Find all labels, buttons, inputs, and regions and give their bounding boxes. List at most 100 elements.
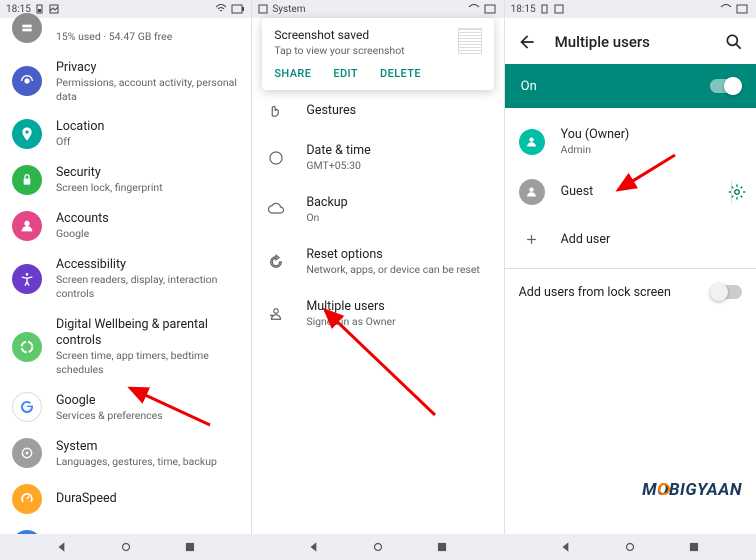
settings-pane: 18:15 15% used · 54.47 GB freePrivacyPer… (0, 0, 251, 534)
wifi-icon (720, 4, 732, 14)
user-item-guest[interactable]: Guest (505, 168, 756, 216)
screenshot-notification[interactable]: Screenshot saved Tap to view your screen… (262, 18, 493, 90)
item-subtitle: Admin (561, 143, 742, 157)
users-list: You (Owner)AdminGuestAdd user (505, 108, 756, 264)
settings-item-system[interactable]: SystemLanguages, gestures, time, backup (0, 430, 251, 476)
home-nav-icon[interactable] (623, 540, 637, 554)
system-item-date-time[interactable]: Date & timeGMT+05:30 (252, 132, 503, 184)
privacy-icon (12, 66, 42, 96)
recent-nav-icon[interactable] (183, 540, 197, 554)
status-bar: System (252, 0, 503, 18)
item-title: Security (56, 165, 239, 181)
picture-icon (554, 4, 564, 14)
lock-screen-row[interactable]: Add users from lock screen (505, 273, 756, 312)
item-subtitle: Screen time, app timers, bedtime schedul… (56, 349, 239, 376)
settings-item-digital-wellbeing-parental-controls[interactable]: Digital Wellbeing & parental controlsScr… (0, 309, 251, 385)
breadcrumb: System (272, 4, 305, 15)
back-nav-icon[interactable] (307, 540, 321, 554)
share-button[interactable]: SHARE (274, 67, 311, 80)
gear-icon[interactable] (728, 183, 746, 201)
accounts-icon (12, 211, 42, 241)
google-icon (12, 392, 42, 422)
battery-icon (540, 4, 550, 14)
settings-item-user-guide[interactable]: User Guide (0, 522, 251, 534)
storage-icon (12, 13, 42, 43)
back-nav-icon[interactable] (55, 540, 69, 554)
lock-screen-label: Add users from lock screen (519, 285, 671, 300)
clock-icon (266, 148, 286, 168)
screenshot-thumbnail[interactable] (458, 28, 482, 54)
item-subtitle: Permissions, account activity, personal … (56, 76, 239, 103)
system-pane: System Screenshot saved Tap to view your… (251, 0, 503, 534)
wifi-icon (215, 4, 227, 14)
item-title: Location (56, 119, 239, 135)
system-icon (12, 438, 42, 468)
snackbar-title: Screenshot saved (274, 28, 404, 42)
item-subtitle: Google (56, 227, 239, 241)
item-title: DuraSpeed (56, 491, 239, 507)
item-subtitle: Off (56, 135, 239, 149)
item-title: Google (56, 393, 239, 409)
clock: 18:15 (511, 4, 536, 15)
settings-item-privacy[interactable]: PrivacyPermissions, account activity, pe… (0, 52, 251, 112)
item-title: System (56, 439, 239, 455)
settings-item-accessibility[interactable]: AccessibilityScreen readers, display, in… (0, 249, 251, 309)
battery-status-icon (231, 4, 245, 14)
location-icon (12, 119, 42, 149)
item-title: Multiple users (306, 299, 489, 315)
user-item-you-owner-[interactable]: You (Owner)Admin (505, 116, 756, 168)
search-icon[interactable] (724, 32, 744, 52)
settings-item-accounts[interactable]: AccountsGoogle (0, 203, 251, 249)
status-bar: 18:15 (505, 0, 756, 18)
settings-item-google[interactable]: GoogleServices & preferences (0, 384, 251, 430)
reset-icon (266, 252, 286, 272)
security-icon (12, 165, 42, 195)
item-title: Date & time (306, 143, 489, 159)
master-switch[interactable] (710, 79, 740, 93)
back-icon[interactable] (517, 32, 537, 52)
recent-nav-icon[interactable] (435, 540, 449, 554)
header: Multiple users (505, 20, 756, 64)
delete-button[interactable]: DELETE (380, 67, 421, 80)
system-item-backup[interactable]: BackupOn (252, 184, 503, 236)
edit-button[interactable]: EDIT (333, 67, 358, 80)
item-title: Backup (306, 195, 489, 211)
avatar-icon (519, 179, 545, 205)
settings-item-duraspeed[interactable]: DuraSpeed (0, 476, 251, 522)
battery-status-icon (484, 4, 498, 14)
item-title: Accessibility (56, 257, 239, 273)
settings-item-location[interactable]: LocationOff (0, 111, 251, 157)
item-subtitle: Network, apps, or device can be reset (306, 263, 489, 277)
navigation-bar (0, 534, 756, 560)
system-item-gestures[interactable]: Gestures (252, 90, 503, 132)
home-nav-icon[interactable] (119, 540, 133, 554)
system-item-reset-options[interactable]: Reset optionsNetwork, apps, or device ca… (252, 236, 503, 288)
plus-icon (519, 227, 545, 253)
item-subtitle: Signed in as Owner (306, 315, 489, 329)
battery-status-icon (736, 4, 750, 14)
item-subtitle: 15% used · 54.47 GB free (56, 30, 239, 44)
home-nav-icon[interactable] (371, 540, 385, 554)
item-title: Reset options (306, 247, 489, 263)
picture-icon (258, 4, 268, 14)
backup-icon (266, 200, 286, 220)
recent-nav-icon[interactable] (687, 540, 701, 554)
settings-item-storage[interactable]: 15% used · 54.47 GB free (0, 22, 251, 52)
avatar-icon (519, 129, 545, 155)
users-icon (266, 304, 286, 324)
item-title: Accounts (56, 211, 239, 227)
user-item-add-user[interactable]: Add user (505, 216, 756, 264)
master-toggle-bar[interactable]: On (505, 64, 756, 108)
settings-list: 15% used · 54.47 GB free PrivacyPermissio… (0, 18, 251, 534)
back-nav-icon[interactable] (559, 540, 573, 554)
picture-icon (49, 4, 59, 14)
item-subtitle: Services & preferences (56, 409, 239, 423)
settings-item-security[interactable]: SecurityScreen lock, fingerprint (0, 157, 251, 203)
divider (505, 268, 756, 269)
item-title: Add user (561, 232, 742, 248)
system-item-multiple-users[interactable]: Multiple usersSigned in as Owner (252, 288, 503, 340)
battery-icon (35, 4, 45, 14)
snackbar-subtitle: Tap to view your screenshot (274, 44, 404, 57)
lock-screen-switch[interactable] (712, 285, 742, 299)
item-title: You (Owner) (561, 127, 742, 143)
